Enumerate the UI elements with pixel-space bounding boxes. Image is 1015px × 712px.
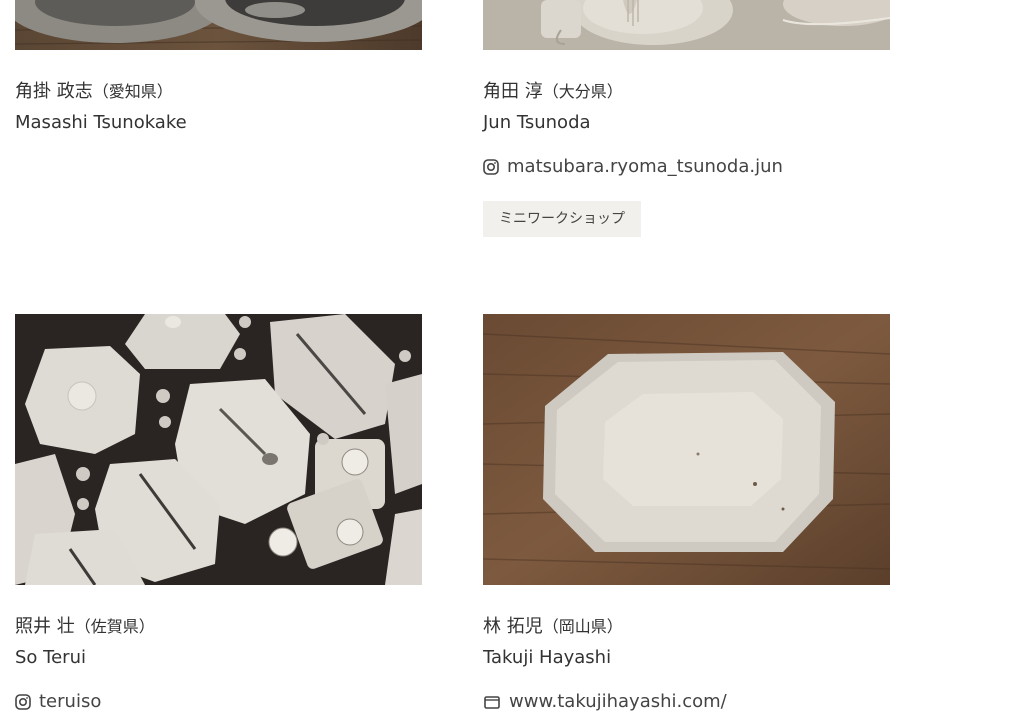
artist-name-en: Takuji Hayashi bbox=[483, 647, 612, 668]
artist-name-en: So Terui bbox=[15, 647, 86, 668]
artist-name-en: Masashi Tsunokake bbox=[15, 112, 187, 133]
artist-name-jp: 角掛 政志（愛知県） bbox=[15, 81, 173, 102]
artist-photo[interactable] bbox=[15, 0, 422, 50]
artist-name-jp: 林 拓児（岡山県） bbox=[483, 616, 623, 637]
artist-name-jp: 照井 壮（佐賀県） bbox=[15, 616, 155, 637]
artist-prefecture: （大分県） bbox=[542, 82, 623, 101]
artist-name-en: Jun Tsunoda bbox=[483, 112, 591, 133]
artist-card: 林 拓児（岡山県） Takuji Hayashi www.takujihayas… bbox=[483, 314, 890, 712]
instagram-icon bbox=[483, 158, 499, 175]
artist-prefecture: （愛知県） bbox=[92, 82, 173, 101]
artist-photo[interactable] bbox=[483, 0, 890, 50]
artist-photo[interactable] bbox=[15, 314, 422, 585]
instagram-link[interactable]: matsubara.ryoma_tsunoda.jun bbox=[483, 156, 783, 177]
artist-card: 角掛 政志（愛知県） Masashi Tsunokake bbox=[15, 0, 422, 133]
workshop-tag[interactable]: ミニワークショップ bbox=[483, 201, 641, 237]
artist-name-jp: 角田 淳（大分県） bbox=[483, 81, 623, 102]
artist-photo[interactable] bbox=[483, 314, 890, 585]
artist-prefecture: （佐賀県） bbox=[74, 617, 155, 636]
artist-card: 照井 壮（佐賀県） So Terui teruiso bbox=[15, 314, 422, 712]
artist-card: 角田 淳（大分県） Jun Tsunoda matsubara.ryoma_ts… bbox=[483, 0, 890, 237]
artist-prefecture: （岡山県） bbox=[542, 617, 623, 636]
instagram-handle: matsubara.ryoma_tsunoda.jun bbox=[507, 156, 783, 177]
